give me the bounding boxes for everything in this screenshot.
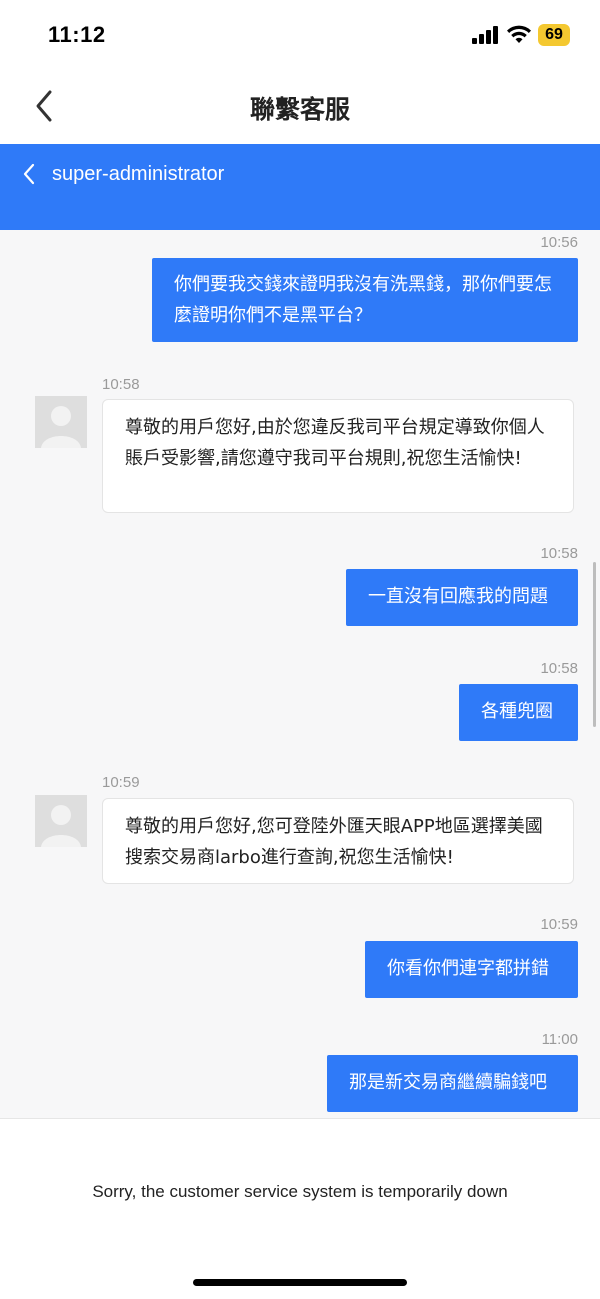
cellular-signal-icon (472, 26, 502, 44)
message-timestamp: 11:00 (541, 1031, 578, 1048)
message-timestamp: 10:59 (102, 774, 140, 791)
message-bubble-outgoing: 那是新交易商繼續騙錢吧 (327, 1055, 578, 1112)
chat-agent-name: super-administrator (52, 163, 225, 185)
home-indicator[interactable] (193, 1279, 407, 1286)
message-bubble-incoming: 尊敬的用戶您好,由於您違反我司平台規定導致你個人賬戶受影響,請您遵守我司平台規則… (102, 399, 574, 513)
message-bubble-outgoing: 你看你們連字都拼錯 (365, 941, 578, 998)
avatar (35, 795, 87, 847)
chat-back-icon[interactable] (20, 162, 40, 186)
chat-header: super-administrator (0, 144, 600, 230)
scrollbar[interactable] (593, 562, 596, 727)
status-time: 11:12 (48, 22, 106, 47)
message-timestamp: 10:58 (102, 376, 140, 393)
message-bubble-outgoing: 各種兜圈 (459, 684, 578, 741)
message-bubble-outgoing: 你們要我交錢來證明我沒有洗黑錢，那你們要怎麼證明你們不是黑平台？ (152, 258, 578, 342)
wifi-icon (507, 25, 531, 43)
message-timestamp: 10:58 (540, 660, 578, 677)
message-bubble-outgoing: 一直沒有回應我的問題 (346, 569, 578, 626)
message-timestamp: 10:58 (540, 545, 578, 562)
nav-bar: 聯繫客服 (0, 72, 600, 144)
avatar (35, 396, 87, 448)
divider (0, 1118, 600, 1119)
status-bar: 11:12 69 (0, 0, 600, 72)
message-timestamp: 10:59 (540, 916, 578, 933)
page-title: 聯繫客服 (249, 95, 350, 124)
message-bubble-incoming: 尊敬的用戶您好,您可登陸外匯天眼APP地區選擇美國搜索交易商larbo進行查詢,… (102, 798, 574, 884)
message-timestamp: 10:56 (540, 234, 578, 251)
service-down-notice: Sorry, the customer service system is te… (92, 1182, 508, 1201)
battery-indicator: 69 (538, 24, 570, 46)
chat-message-list[interactable]: 10:56 你們要我交錢來證明我沒有洗黑錢，那你們要怎麼證明你們不是黑平台？ 1… (0, 230, 600, 1118)
